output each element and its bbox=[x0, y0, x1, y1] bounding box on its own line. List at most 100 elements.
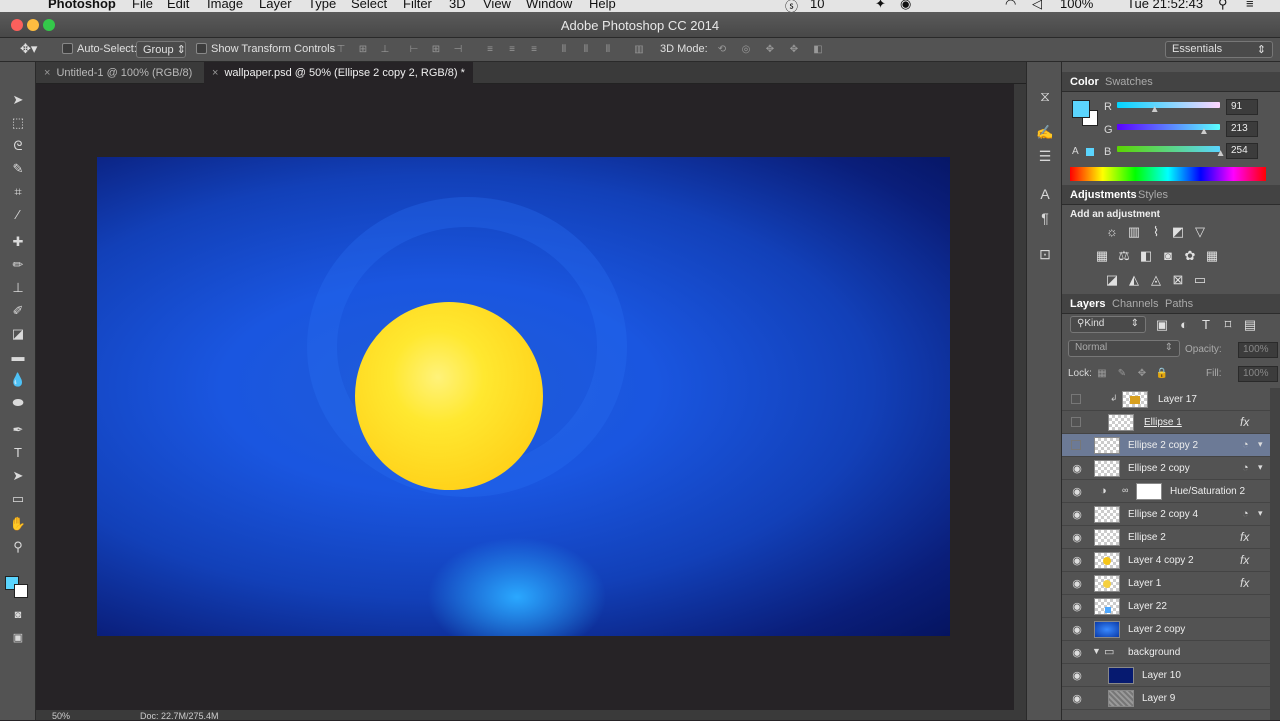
layer-row[interactable]: Ellipse 1 fx bbox=[1062, 411, 1270, 434]
levels-icon[interactable]: ▥ bbox=[1126, 224, 1142, 240]
expand-effects-icon[interactable]: ▾ bbox=[1258, 439, 1263, 450]
yellow-ellipse[interactable] bbox=[355, 302, 543, 490]
layer-row[interactable]: ◉ Layer 10 bbox=[1062, 664, 1270, 687]
tab-untitled-1[interactable]: × Untitled-1 @ 100% (RGB/8) bbox=[36, 62, 200, 84]
menu-file[interactable]: File bbox=[132, 0, 153, 11]
tab-wallpaper[interactable]: × wallpaper.psd @ 50% (Ellipse 2 copy 2, … bbox=[204, 62, 473, 84]
spotlight-icon[interactable]: ⚲ bbox=[1218, 0, 1228, 12]
visibility-toggle[interactable] bbox=[1071, 440, 1081, 450]
layer-row[interactable]: ◉ Layer 9 bbox=[1062, 687, 1270, 710]
visibility-toggle[interactable]: ◉ bbox=[1070, 485, 1084, 498]
pen-tool-icon[interactable]: ✒ bbox=[6, 420, 30, 440]
color-balance-icon[interactable]: ⚖ bbox=[1116, 248, 1132, 264]
layer-name[interactable]: Ellipse 1 bbox=[1144, 417, 1182, 428]
wifi-icon[interactable]: ◠ bbox=[1005, 0, 1016, 12]
menu-help[interactable]: Help bbox=[589, 0, 616, 11]
b-value-input[interactable]: 254 bbox=[1226, 143, 1258, 159]
notification-icon[interactable]: ≡ bbox=[1246, 0, 1254, 11]
filter-adjustment-icon[interactable]: ◐ bbox=[1176, 317, 1192, 333]
tab-swatches[interactable]: Swatches bbox=[1105, 76, 1153, 88]
move-tool-icon[interactable]: ✥▾ bbox=[20, 41, 37, 57]
r-value-input[interactable]: 91 bbox=[1226, 99, 1258, 115]
character-panel-icon[interactable]: A bbox=[1035, 184, 1055, 204]
close-tab-icon[interactable]: × bbox=[44, 67, 50, 79]
lock-all-icon[interactable]: 🔒 bbox=[1154, 366, 1170, 382]
3d-pan-icon[interactable]: ✥ bbox=[764, 44, 776, 56]
vertical-scrollbar[interactable] bbox=[1014, 84, 1026, 710]
zoom-tool-icon[interactable]: ⚲ bbox=[6, 537, 30, 557]
g-slider-thumb[interactable]: ▲ bbox=[1199, 126, 1209, 137]
menu-type[interactable]: Type bbox=[308, 0, 336, 11]
distribute-hcenter-icon[interactable]: ⦀ bbox=[580, 44, 592, 56]
tab-styles[interactable]: Styles bbox=[1138, 189, 1168, 201]
path-select-tool-icon[interactable]: ➤ bbox=[6, 466, 30, 486]
layer-name[interactable]: Layer 4 copy 2 bbox=[1128, 555, 1194, 566]
3d-slide-icon[interactable]: ✥ bbox=[788, 44, 800, 56]
lock-transparent-icon[interactable]: ▦ bbox=[1094, 366, 1110, 382]
layer-name[interactable]: Layer 10 bbox=[1142, 670, 1181, 681]
visibility-toggle[interactable]: ◉ bbox=[1070, 646, 1084, 659]
distribute-top-icon[interactable]: ≡ bbox=[484, 44, 496, 56]
move-tool-icon[interactable]: ➤ bbox=[6, 90, 30, 110]
gradient-tool-icon[interactable]: ▬ bbox=[6, 347, 30, 367]
layer-filter-dropdown[interactable]: ⚲Kind ⇕ bbox=[1070, 316, 1146, 333]
shape-tool-icon[interactable]: ▭ bbox=[6, 489, 30, 509]
brush-tool-icon[interactable]: ✏ bbox=[6, 255, 30, 275]
auto-select-dropdown[interactable]: Group ⇕ bbox=[136, 41, 186, 58]
align-hcenter-icon[interactable]: ⊞ bbox=[430, 44, 442, 56]
menubar-clock[interactable]: Tue 21:52:43 bbox=[1127, 0, 1203, 11]
quick-select-tool-icon[interactable]: ✎ bbox=[6, 159, 30, 179]
mask-link-icon[interactable]: ∞ bbox=[1122, 485, 1128, 495]
3d-roll-icon[interactable]: ◎ bbox=[740, 44, 752, 56]
layer-name[interactable]: Layer 17 bbox=[1158, 394, 1197, 405]
menu-layer[interactable]: Layer bbox=[259, 0, 292, 11]
type-tool-icon[interactable]: T bbox=[6, 443, 30, 463]
marquee-tool-icon[interactable]: ⬚ bbox=[6, 113, 30, 133]
threshold-icon[interactable]: ◬ bbox=[1148, 272, 1164, 288]
visibility-toggle[interactable]: ◉ bbox=[1070, 577, 1084, 590]
eraser-tool-icon[interactable]: ◪ bbox=[6, 324, 30, 344]
lock-pixels-icon[interactable]: ✎ bbox=[1114, 366, 1130, 382]
tab-channels[interactable]: Channels bbox=[1112, 298, 1158, 310]
dropbox-icon[interactable]: ✦ bbox=[875, 0, 886, 12]
menu-select[interactable]: Select bbox=[351, 0, 387, 11]
transform-controls-checkbox[interactable] bbox=[196, 43, 207, 54]
r-slider-thumb[interactable]: ▲ bbox=[1150, 104, 1160, 115]
brightness-icon[interactable]: ☼ bbox=[1104, 224, 1120, 240]
tab-color[interactable]: Color bbox=[1070, 76, 1099, 88]
web-safe-swatch[interactable] bbox=[1086, 148, 1094, 156]
photo-filter-icon[interactable]: ◙ bbox=[1160, 248, 1176, 264]
distribute-vcenter-icon[interactable]: ≡ bbox=[506, 44, 518, 56]
color-lookup-icon[interactable]: ▦ bbox=[1204, 248, 1220, 264]
smart-filter-icon[interactable]: ◔ bbox=[1242, 508, 1249, 520]
layer-fx-icon[interactable]: fx bbox=[1240, 530, 1249, 544]
layer-name[interactable]: background bbox=[1128, 647, 1180, 658]
layer-name[interactable]: Layer 2 copy bbox=[1128, 624, 1185, 635]
layer-row[interactable]: ◉ Layer 4 copy 2 fx bbox=[1062, 549, 1270, 572]
menu-view[interactable]: View bbox=[483, 0, 511, 11]
layer-fx-icon[interactable]: fx bbox=[1240, 553, 1249, 567]
distribute-right-icon[interactable]: ⦀ bbox=[602, 44, 614, 56]
tab-adjustments[interactable]: Adjustments bbox=[1070, 189, 1137, 201]
layer-row[interactable]: ◉ Ellipse 2 copy 4 ◔ ▾ bbox=[1062, 503, 1270, 526]
lasso-tool-icon[interactable]: ᘓ bbox=[6, 136, 30, 156]
menu-window[interactable]: Window bbox=[526, 0, 572, 11]
layer-name[interactable]: Layer 1 bbox=[1128, 578, 1161, 589]
smart-filter-icon[interactable]: ◔ bbox=[1242, 462, 1249, 474]
battery-percent[interactable]: 100% bbox=[1060, 0, 1093, 11]
clone-stamp-tool-icon[interactable]: ⊥ bbox=[6, 278, 30, 298]
status-counter[interactable]: 10 bbox=[810, 0, 824, 11]
record-icon[interactable]: ◉ bbox=[900, 0, 911, 12]
visibility-toggle[interactable]: ◉ bbox=[1070, 623, 1084, 636]
skype-icon[interactable]: ⓢ bbox=[785, 0, 798, 12]
layer-row[interactable]: ↲ Layer 17 bbox=[1062, 388, 1270, 411]
blend-mode-dropdown[interactable]: Normal ⇕ bbox=[1068, 340, 1180, 357]
layer-fx-icon[interactable]: fx bbox=[1240, 415, 1249, 429]
auto-align-icon[interactable]: ▥ bbox=[633, 44, 645, 56]
layer-name[interactable]: Layer 22 bbox=[1128, 601, 1167, 612]
volume-icon[interactable]: ◁ bbox=[1032, 0, 1042, 12]
layer-name[interactable]: Hue/Saturation 2 bbox=[1170, 486, 1245, 497]
visibility-toggle[interactable]: ◉ bbox=[1070, 508, 1084, 521]
history-brush-tool-icon[interactable]: ✐ bbox=[6, 301, 30, 321]
layer-row[interactable]: ◉ Layer 2 copy bbox=[1062, 618, 1270, 641]
